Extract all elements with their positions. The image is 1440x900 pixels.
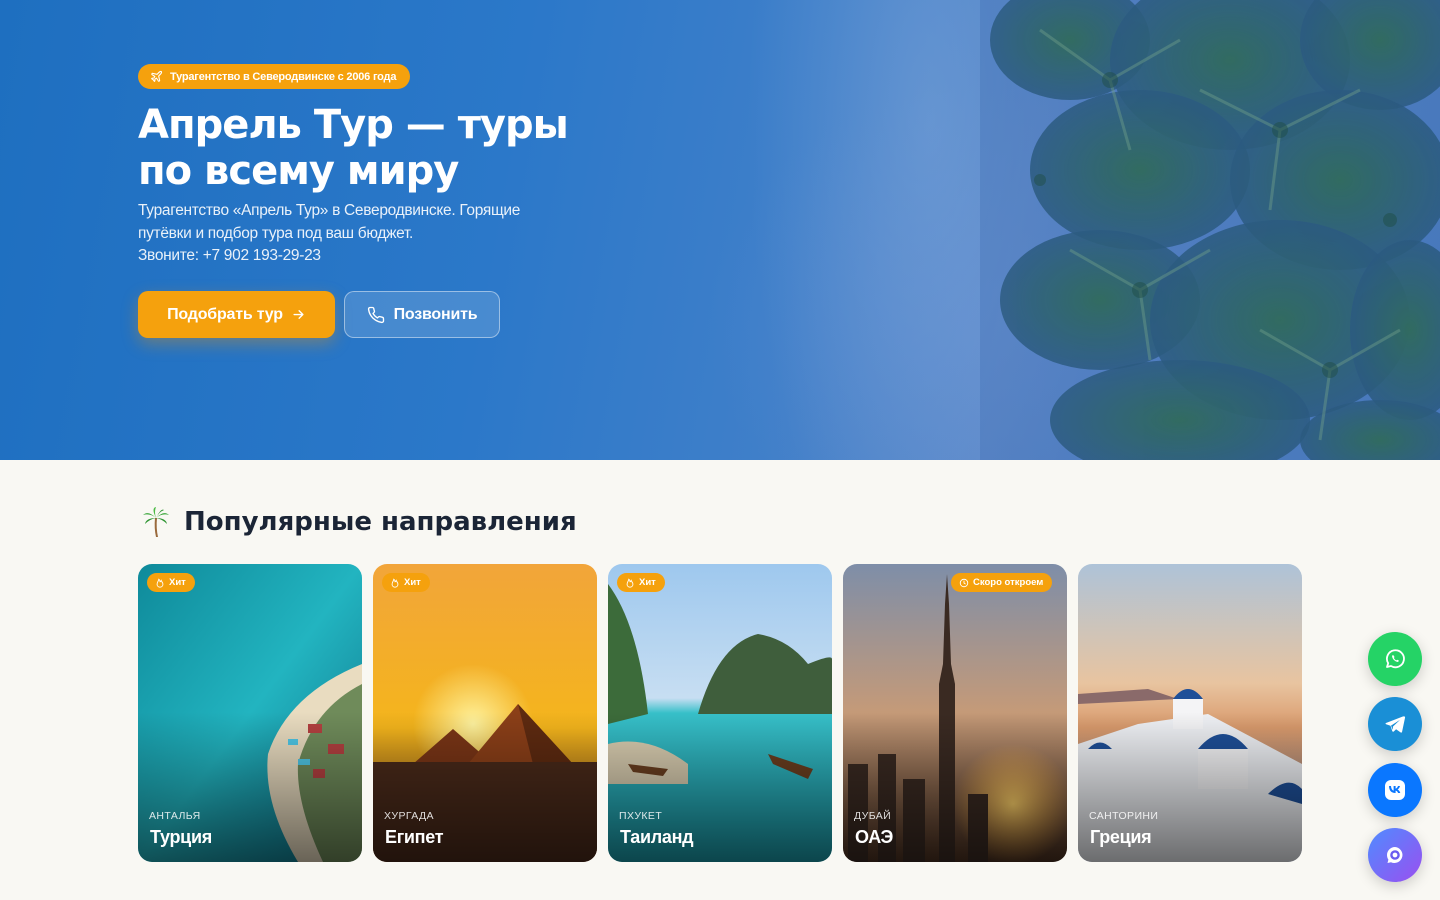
hero-title: Апрель Тур — туры по всему миру [138,102,658,194]
vk-icon [1385,780,1405,800]
phone-icon [367,306,384,323]
card-country: Египет [385,827,444,847]
hero-title-line-1: Апрель Тур — туры [138,102,569,148]
flame-icon [156,578,164,588]
destination-card-greece[interactable]: Санторини Греция [1078,564,1302,862]
pick-tour-button[interactable]: Подобрать тур [138,291,335,338]
destination-card-egypt[interactable]: Хит Хургада Египет [373,564,597,862]
palm-trees-image [980,0,1440,460]
flame-icon [626,578,634,588]
call-button[interactable]: Позвонить [344,291,500,338]
destination-card-thailand[interactable]: Хит Пхукет Таиланд [608,564,832,862]
card-country: Таиланд [620,827,694,847]
whatsapp-icon [1386,649,1405,669]
destination-card-uae[interactable]: Скоро откроем Дубай ОАЭ [843,564,1067,862]
hero-subtitle-line-1: Турагентство «Апрель Тур» в Северодвинск… [138,202,521,219]
card-country: Греция [1090,827,1152,847]
card-country: Турция [150,827,212,847]
hero-badge: Турагентство в Северодвинске с 2006 года [138,64,411,89]
vk-button[interactable] [1368,763,1422,817]
call-label: Позвонить [393,305,478,323]
telegram-icon [1385,716,1406,733]
hero-subtitle: Турагентство «Апрель Тур» в Северодвинск… [138,200,568,268]
max-messenger-button[interactable] [1368,828,1422,882]
hero-badge-text: Турагентство в Северодвинске с 2006 года [170,70,397,83]
card-country: ОАЭ [855,827,894,847]
whatsapp-button[interactable] [1368,632,1422,686]
card-tag: Хит [147,573,195,592]
destinations-title: Популярные направления [184,507,577,537]
hero-phone: Звоните: +7 902 193-29-23 [138,247,321,264]
card-tag: Хит [617,573,665,592]
hero-title-line-2: по всему миру [138,148,459,194]
card-tag-label: Хит [169,577,186,588]
destination-card-turkey[interactable]: Хит Анталья Турция [138,564,362,862]
plane-icon [151,70,163,82]
arrow-right-icon [293,310,304,319]
clock-icon [959,578,969,587]
card-city: Анталья [149,810,201,822]
palm-tree-icon [143,507,169,537]
hero-section: Турагентство в Северодвинске с 2006 года… [0,0,1440,460]
pick-tour-label: Подобрать тур [167,305,283,323]
flame-icon [391,578,399,588]
destinations-heading: Популярные направления [142,506,577,538]
card-city: Санторини [1089,810,1159,822]
card-tag-label: Скоро откроем [973,577,1044,588]
card-city: Хургада [384,810,434,822]
card-tag: Скоро откроем [951,573,1053,592]
card-city: Дубай [854,810,892,822]
card-city: Пхукет [619,810,663,822]
card-tag: Хит [382,573,430,592]
telegram-button[interactable] [1368,697,1422,751]
card-tag-label: Хит [639,577,656,588]
hero-subtitle-line-2: путёвки и подбор тура под ваш бюджет. [138,224,414,242]
max-messenger-icon [1387,847,1403,863]
card-tag-label: Хит [404,577,421,588]
